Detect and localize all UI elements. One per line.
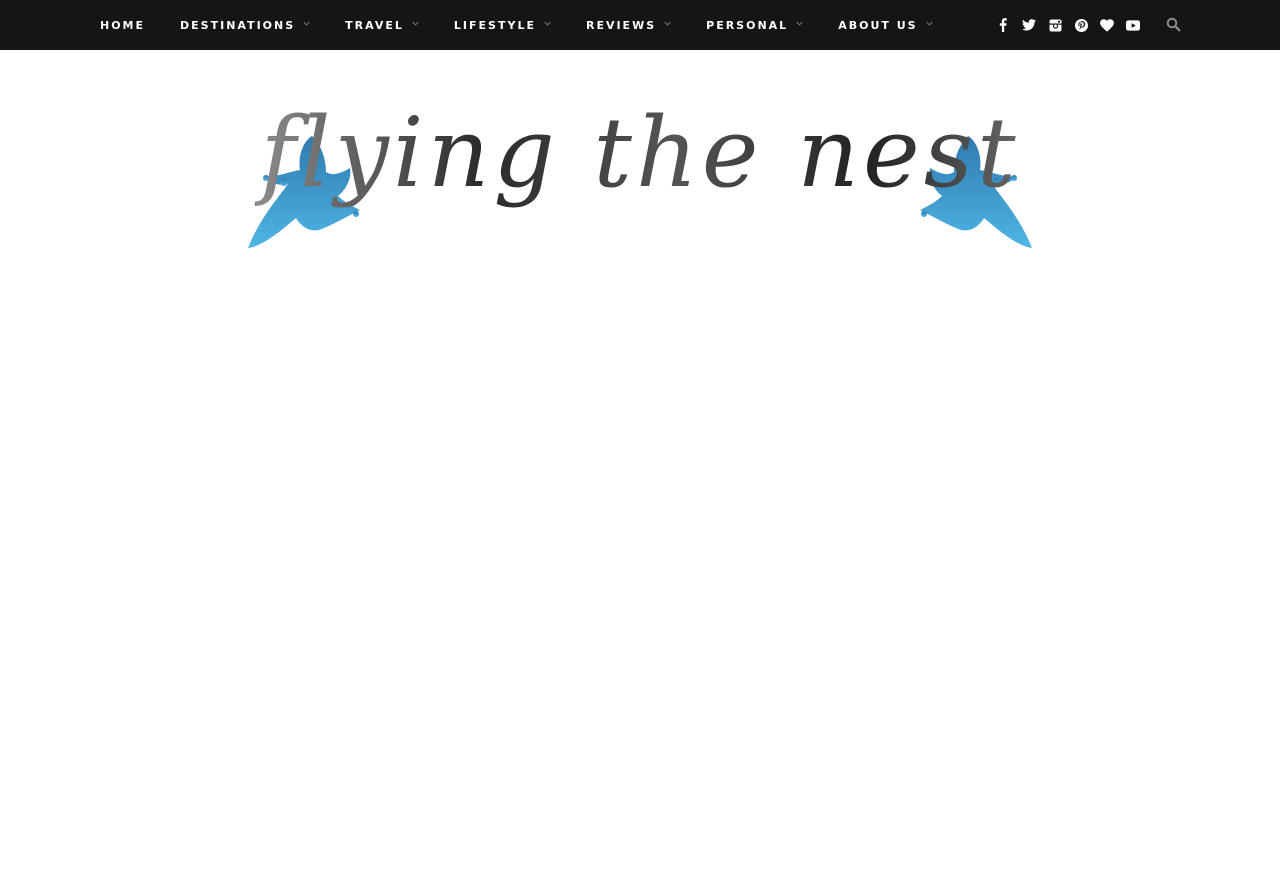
- nav-travel-label: TRAVEL: [345, 18, 404, 32]
- chevron-down-icon: [664, 21, 671, 26]
- top-navigation-bar: HOME DESTINATIONS TRAVEL LIFESTYLE REVIE…: [0, 0, 1280, 50]
- youtube-icon[interactable]: [1126, 18, 1140, 32]
- chevron-down-icon: [925, 21, 933, 26]
- chevron-down-icon: [796, 21, 803, 26]
- nav-travel[interactable]: TRAVEL: [345, 0, 419, 50]
- nav-reviews-label: REVIEWS: [585, 18, 657, 32]
- logo-wordmark: flying the nest: [254, 97, 1019, 209]
- heart-icon[interactable]: [1100, 18, 1114, 32]
- nav-about-us-label: ABOUT US: [838, 18, 918, 32]
- nav-lifestyle[interactable]: LIFESTYLE: [454, 0, 551, 50]
- site-logo[interactable]: flying the nest: [240, 78, 1040, 263]
- facebook-icon[interactable]: [996, 18, 1010, 32]
- nav-reviews[interactable]: REVIEWS: [586, 0, 671, 50]
- twitter-icon[interactable]: [1022, 18, 1036, 32]
- nav-personal-label: PERSONAL: [706, 18, 789, 32]
- social-links: [996, 0, 1152, 50]
- nav-home[interactable]: HOME: [100, 0, 145, 50]
- chevron-down-icon: [412, 21, 419, 26]
- nav-destinations-label: DESTINATIONS: [180, 18, 296, 32]
- main-menu: HOME DESTINATIONS TRAVEL LIFESTYLE REVIE…: [100, 0, 968, 50]
- nav-lifestyle-label: LIFESTYLE: [453, 18, 536, 32]
- nav-personal[interactable]: PERSONAL: [706, 0, 803, 50]
- nav-destinations[interactable]: DESTINATIONS: [180, 0, 310, 50]
- pinterest-icon[interactable]: [1074, 18, 1088, 32]
- search-icon[interactable]: [1166, 17, 1181, 32]
- logo-graphic: flying the nest: [248, 97, 1032, 248]
- nav-home-label: HOME: [100, 18, 146, 32]
- chevron-down-icon: [544, 21, 551, 26]
- chevron-down-icon: [303, 21, 310, 26]
- nav-about-us[interactable]: ABOUT US: [838, 0, 933, 50]
- instagram-icon[interactable]: [1048, 18, 1062, 32]
